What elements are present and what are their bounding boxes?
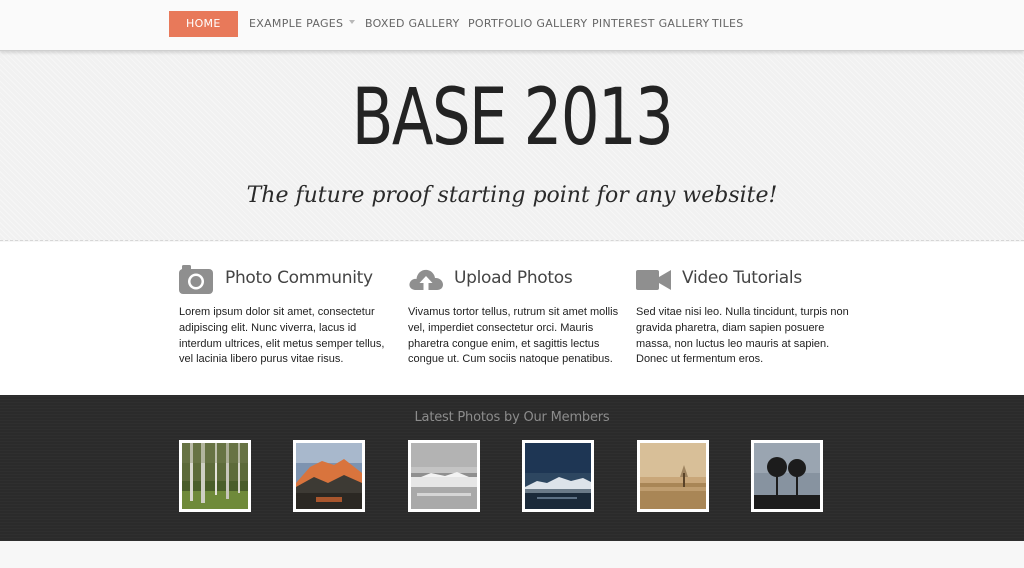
mountain-sunset-photo bbox=[296, 443, 362, 509]
nav-portfolio-gallery[interactable]: Portfolio Gallery bbox=[468, 11, 587, 37]
snowy-lake-photo bbox=[411, 443, 477, 509]
gallery-thumb-misty-field[interactable] bbox=[637, 440, 709, 512]
gallery-thumb-silhouette-trees[interactable] bbox=[751, 440, 823, 512]
feature-text: Vivamus tortor tellus, rutrum sit amet m… bbox=[408, 306, 619, 366]
silhouette-trees-photo bbox=[754, 443, 820, 509]
nav-tiles[interactable]: Tiles bbox=[712, 11, 744, 37]
cloud-upload-icon bbox=[409, 269, 443, 292]
nav-example-pages[interactable]: Example Pages bbox=[249, 11, 356, 37]
feature-title: Video Tutorials bbox=[682, 268, 802, 288]
feature-text: Sed vitae nisi leo. Nulla tincidunt, tur… bbox=[636, 306, 849, 366]
hero-subtitle: The future proof starting point for any … bbox=[246, 183, 778, 208]
feature-title: Photo Community bbox=[225, 268, 373, 288]
gallery-thumb-snowy-lake[interactable] bbox=[408, 440, 480, 512]
video-camera-icon bbox=[636, 270, 671, 290]
feature-title: Upload Photos bbox=[454, 268, 573, 288]
gallery-thumb-birch-forest[interactable] bbox=[179, 440, 251, 512]
camera-icon bbox=[179, 265, 213, 294]
hero-title: BASE 2013 bbox=[351, 73, 674, 163]
feature-text: Lorem ipsum dolor sit amet, consectetur … bbox=[179, 306, 385, 366]
night-lake-photo bbox=[525, 443, 591, 509]
top-navigation: Home Example Pages Boxed Gallery Portfol… bbox=[0, 0, 1024, 51]
gallery-title: Latest Photos by Our Members bbox=[414, 410, 610, 425]
misty-field-photo bbox=[640, 443, 706, 509]
gallery-thumb-mountain-sunset[interactable] bbox=[293, 440, 365, 512]
features-section: Photo Community Lorem ipsum dolor sit am… bbox=[0, 242, 1024, 395]
birch-forest-photo bbox=[182, 443, 248, 509]
nav-example-pages-label: Example Pages bbox=[249, 17, 344, 30]
hero-banner: BASE 2013 The future proof starting poin… bbox=[0, 51, 1024, 241]
footer-strip bbox=[0, 541, 1024, 568]
nav-pinterest-gallery[interactable]: Pinterest Gallery bbox=[592, 11, 710, 37]
latest-photos-section: Latest Photos by Our Members bbox=[0, 395, 1024, 541]
gallery-thumb-night-lake[interactable] bbox=[522, 440, 594, 512]
nav-home[interactable]: Home bbox=[169, 11, 238, 37]
nav-boxed-gallery[interactable]: Boxed Gallery bbox=[365, 11, 460, 37]
chevron-down-icon bbox=[349, 20, 356, 24]
